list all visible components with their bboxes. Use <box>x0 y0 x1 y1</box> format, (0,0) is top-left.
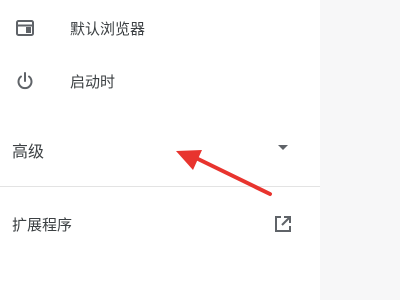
settings-page: 默认浏览器 启动时 高级 扩展程序 <box>0 0 400 300</box>
power-icon <box>14 70 36 92</box>
advanced-label: 高级 <box>12 142 45 161</box>
section-divider <box>0 186 320 187</box>
open-in-new-icon <box>272 213 294 235</box>
nav-item-extensions[interactable]: 扩展程序 <box>0 204 320 244</box>
content-gutter <box>320 0 400 300</box>
nav-item-label: 启动时 <box>70 72 116 91</box>
settings-side-nav: 默认浏览器 启动时 高级 扩展程序 <box>0 0 320 300</box>
nav-item-on-startup[interactable]: 启动时 <box>0 61 320 101</box>
nav-item-default-browser[interactable]: 默认浏览器 <box>0 8 320 48</box>
advanced-section-toggle[interactable]: 高级 <box>0 126 320 170</box>
dropdown-caret-icon <box>278 145 288 150</box>
extensions-label: 扩展程序 <box>12 216 73 234</box>
nav-item-label: 默认浏览器 <box>70 19 146 38</box>
browser-window-icon <box>14 17 36 39</box>
